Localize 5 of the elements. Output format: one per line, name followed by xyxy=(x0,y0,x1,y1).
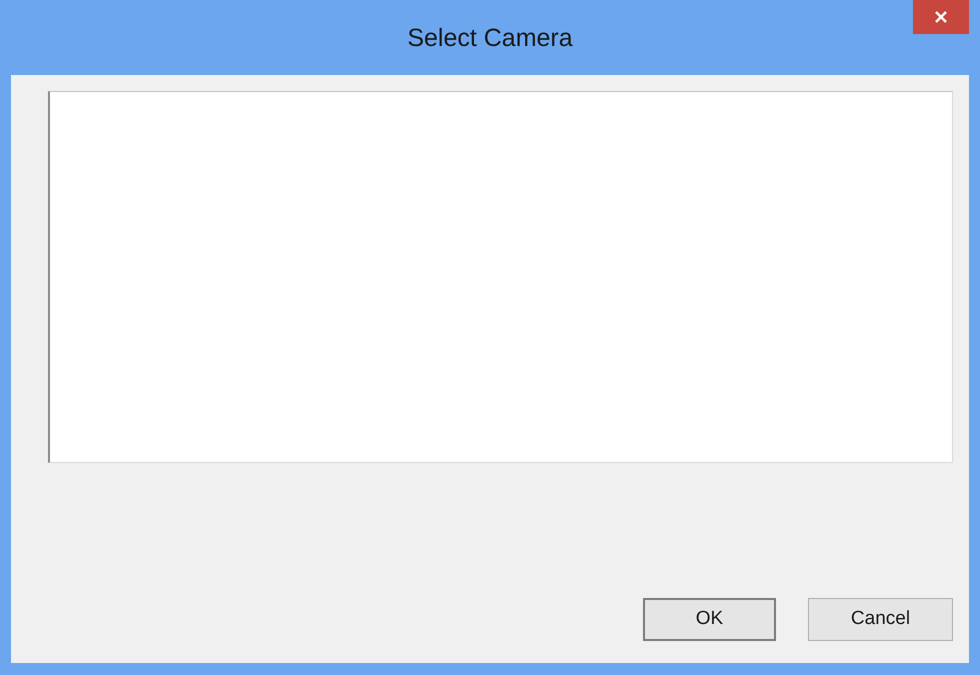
close-button[interactable] xyxy=(913,0,969,34)
ok-button[interactable]: OK xyxy=(643,598,776,641)
close-icon xyxy=(934,10,948,24)
cancel-button[interactable]: Cancel xyxy=(808,598,953,641)
window-title: Select Camera xyxy=(407,23,573,54)
